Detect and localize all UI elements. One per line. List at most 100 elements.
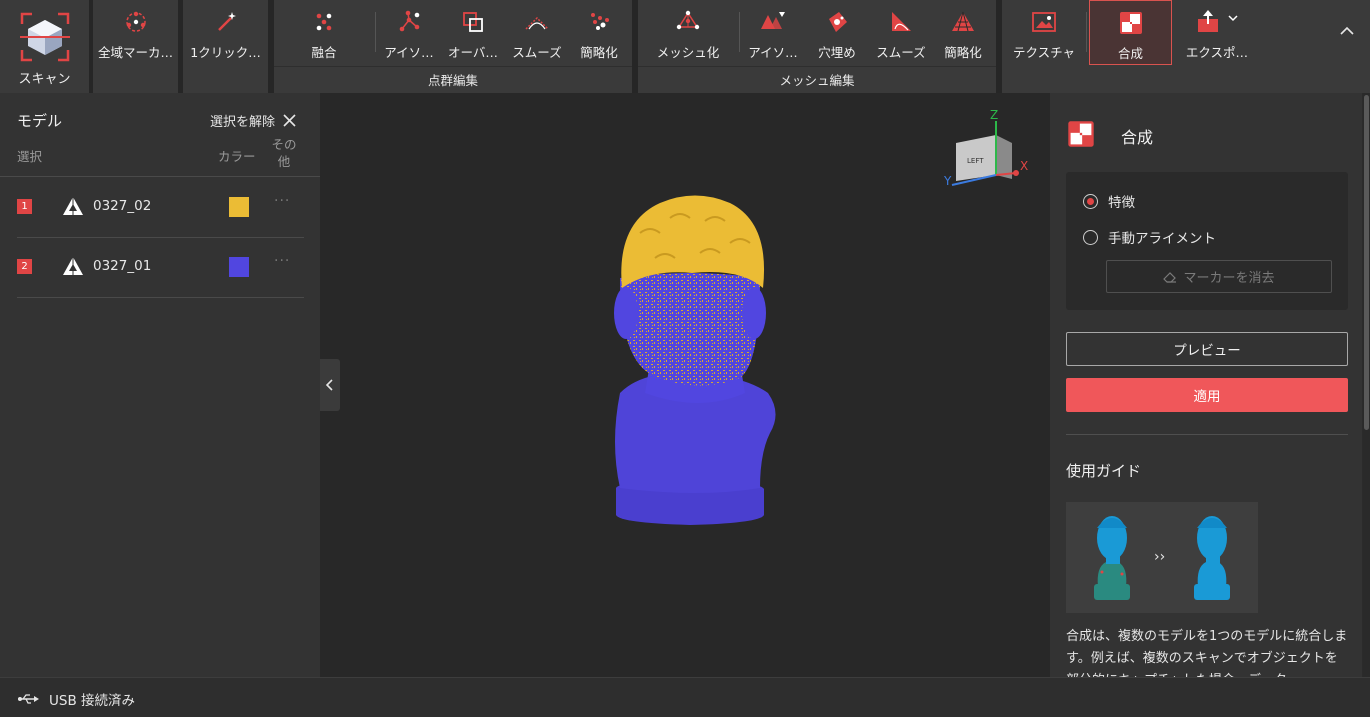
global-marker-label: 全域マーカ…: [97, 45, 173, 60]
smooth-icon: [523, 8, 551, 36]
pc-isolate-label: アイソ…: [384, 45, 434, 60]
fill-holes-label: 穴埋め: [818, 45, 856, 60]
mesh-smooth-button[interactable]: スムーズ: [869, 4, 933, 66]
global-marker-button[interactable]: 全域マーカ…: [93, 4, 178, 66]
toolbar-separator: [1086, 12, 1087, 52]
group-divider: [638, 66, 996, 67]
col-color-header: カラー: [218, 149, 256, 164]
overlap-label: オーバ…: [448, 45, 498, 60]
pointcloud-group-label: 点群編集: [427, 73, 478, 88]
model-row[interactable]: 1 0327_02 ···: [0, 178, 320, 238]
orientation-gizmo[interactable]: LEFT Z X Y: [943, 108, 1028, 188]
merge-icon: [310, 8, 338, 36]
usb-status-label: USB 接続済み: [49, 693, 136, 709]
texture-button[interactable]: テクスチャ: [1004, 4, 1084, 66]
manual-alignment-label: 手動アライメント: [1108, 231, 1216, 247]
toolbar-separator: [739, 12, 740, 52]
chevron-down-icon: [1228, 15, 1238, 22]
export-icon: [1192, 8, 1242, 36]
more-options-icon[interactable]: ···: [274, 193, 290, 209]
isolate-icon: [395, 8, 423, 36]
composite-panel-icon: [1068, 121, 1094, 147]
output-group: テクスチャ 合成 エクスポ…: [1002, 0, 1370, 93]
feature-radio-label: 特徴: [1108, 195, 1135, 211]
mesh-model-icon: [63, 257, 83, 275]
clear-markers-label: マーカーを消去: [1183, 271, 1275, 286]
scan-label: スキャン: [18, 72, 71, 87]
usb-icon: [18, 694, 39, 704]
export-button[interactable]: エクスポ…: [1177, 4, 1257, 66]
deselect-label: 選択を解除: [210, 115, 276, 130]
manual-alignment-radio[interactable]: 手動アライメント: [1083, 227, 1216, 247]
fill-holes-button[interactable]: 穴埋め: [805, 4, 869, 66]
section-divider: [1066, 434, 1348, 435]
more-options-icon[interactable]: ···: [274, 253, 290, 269]
deselect-button[interactable]: 選択を解除: [210, 111, 296, 130]
overlap-button[interactable]: オーバ…: [441, 4, 505, 66]
status-bar: USB 接続済み: [0, 677, 1370, 717]
texture-icon: [1030, 8, 1058, 36]
global-marker-icon: [122, 8, 150, 36]
guide-title: 使用ガイド: [1066, 462, 1142, 480]
mesh-smooth-icon: [887, 8, 915, 36]
fill-holes-icon: [823, 8, 851, 36]
composite-label: 合成: [1117, 46, 1143, 61]
col-other-header: その他: [271, 137, 297, 169]
composite-panel: 合成 特徴 手動アライメント マーカーを消去 プレビュー 適用 使用ガイド ››…: [1050, 93, 1362, 677]
global-marker-group: 全域マーカ…: [93, 0, 178, 93]
merge-button[interactable]: 融合: [284, 4, 364, 66]
apply-button[interactable]: 適用: [1066, 378, 1348, 412]
meshify-button[interactable]: メッシュ化: [648, 4, 728, 66]
pc-smooth-button[interactable]: スムーズ: [505, 4, 569, 66]
mesh-isolate-label: アイソ…: [748, 45, 798, 60]
right-panel-scrollbar[interactable]: [1363, 93, 1370, 677]
clear-markers-button[interactable]: マーカーを消去: [1106, 260, 1332, 293]
magic-wand-icon: [212, 8, 240, 36]
model-row[interactable]: 2 0327_01 ···: [0, 238, 320, 298]
mesh-isolate-icon: [759, 8, 787, 36]
pc-isolate-button[interactable]: アイソ…: [377, 4, 441, 66]
row-divider: [17, 297, 304, 298]
close-icon: [283, 114, 296, 127]
3d-viewport[interactable]: LEFT Z X Y: [320, 93, 1050, 677]
group-divider: [274, 66, 632, 67]
mesh-edit-group: メッシュ化 アイソ… 穴埋め スムーズ 簡略化 メッシュ編集: [638, 0, 996, 93]
model-panel-title: モデル: [17, 112, 63, 130]
collapse-toolbar-icon[interactable]: [1338, 22, 1356, 40]
mesh-isolate-button[interactable]: アイソ…: [741, 4, 805, 66]
one-click-button[interactable]: 1クリック…: [183, 4, 268, 66]
pc-smooth-label: スムーズ: [512, 45, 562, 60]
header-divider: [0, 176, 320, 177]
model-index-badge: 1: [17, 199, 32, 214]
radio-selected-icon: [1083, 193, 1098, 209]
export-label: エクスポ…: [1185, 45, 1249, 60]
scan-icon: [19, 12, 70, 62]
composite-button[interactable]: 合成: [1089, 0, 1172, 65]
collapse-left-panel-button[interactable]: [320, 359, 340, 411]
scrollbar-thumb[interactable]: [1364, 95, 1369, 430]
meshify-icon: [674, 8, 702, 36]
mesh-simplify-button[interactable]: 簡略化: [931, 4, 995, 66]
meshify-label: メッシュ化: [656, 45, 720, 60]
alignment-options: 特徴 手動アライメント マーカーを消去: [1066, 172, 1348, 310]
pointcloud-edit-group: 融合 アイソ… オーバ… スムーズ 簡略化 点群編集: [274, 0, 632, 93]
overlap-icon: [459, 8, 487, 36]
radio-unselected-icon: [1083, 229, 1098, 245]
model-color-swatch[interactable]: [229, 197, 249, 217]
simplify-icon: [585, 8, 613, 36]
model-name: 0327_01: [93, 258, 152, 274]
mesh-simplify-icon: [949, 8, 977, 36]
feature-radio[interactable]: 特徴: [1083, 191, 1135, 211]
col-select-header: 選択: [17, 149, 43, 164]
preview-button[interactable]: プレビュー: [1066, 332, 1348, 366]
mesh-smooth-label: スムーズ: [876, 45, 926, 60]
pc-simplify-button[interactable]: 簡略化: [567, 4, 631, 66]
svg-text:››: ››: [1154, 549, 1165, 565]
toolbar-separator: [375, 12, 376, 52]
model-index-badge: 2: [17, 259, 32, 274]
usb-status: USB 接続済み: [17, 689, 135, 709]
mesh-model-icon: [63, 197, 83, 215]
model-color-swatch[interactable]: [229, 257, 249, 277]
scan-button[interactable]: スキャン: [0, 0, 89, 93]
pc-simplify-label: 簡略化: [580, 45, 618, 60]
